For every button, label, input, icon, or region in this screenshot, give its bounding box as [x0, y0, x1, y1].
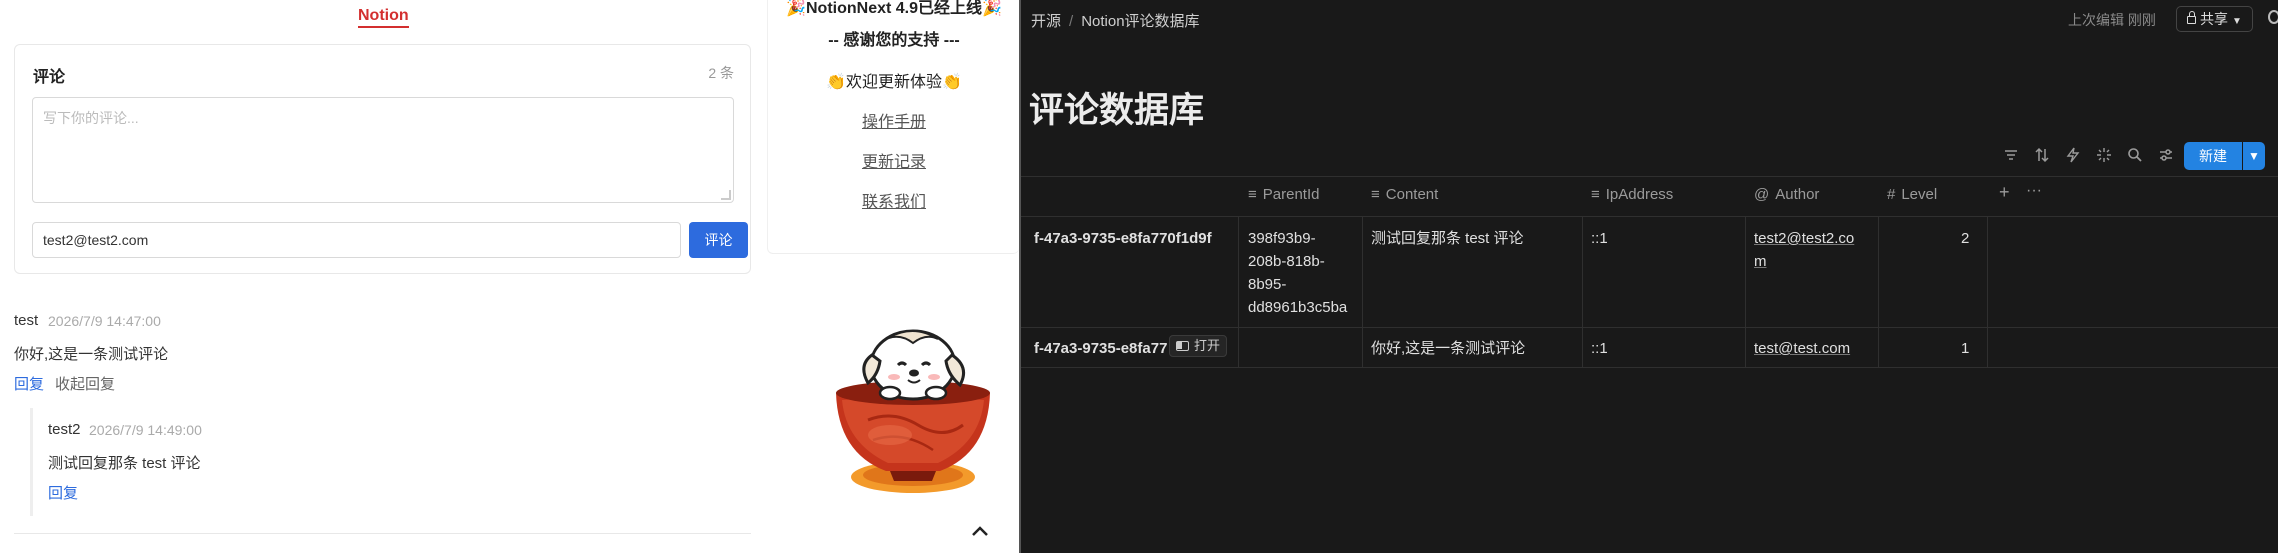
ipaddress-cell[interactable]: ::1	[1591, 337, 1608, 360]
header-bottom-border	[1021, 216, 2278, 217]
author-cell[interactable]: test@test.com	[1754, 337, 1850, 360]
col-divider	[1582, 216, 1583, 368]
column-header-level[interactable]: # Level	[1887, 186, 1937, 203]
new-dropdown-chevron-icon[interactable]: ▼	[2243, 142, 2265, 170]
blog-page-panel: Notion 评论 2 条 写下你的评论... test2@test2.com …	[0, 0, 1019, 553]
more-icon[interactable]	[2268, 10, 2278, 24]
text-lines-icon: ≡	[1371, 186, 1380, 203]
comment-textarea-placeholder: 写下你的评论...	[43, 110, 139, 126]
row-title-cell[interactable]: f-47a3-9735-e8fa77	[1034, 337, 1167, 360]
col-divider	[1878, 216, 1879, 368]
notion-database-panel: 开源 / Notion评论数据库 上次编辑 刚刚 共享 ▼ 评论数据库 新建 ▼ ≡ P…	[1021, 0, 2278, 553]
search-icon[interactable]	[2126, 146, 2144, 164]
parentid-cell[interactable]: 398f93b9- 208b-818b- 8b95- dd8961b3c5ba	[1248, 227, 1347, 319]
table-top-border	[1021, 176, 2278, 177]
sort-icon[interactable]	[2033, 146, 2051, 164]
share-button[interactable]: 共享 ▼	[2176, 6, 2253, 32]
author-line: m	[1754, 253, 1767, 270]
hash-icon: #	[1887, 186, 1896, 203]
announcement-title: 🎉NotionNext 4.9已经上线🎉	[786, 0, 1002, 17]
reply-thread-bar	[30, 408, 33, 516]
filter-icon[interactable]	[2002, 146, 2020, 164]
reply-link[interactable]: 回复	[14, 373, 44, 394]
changelog-link[interactable]: 更新记录	[862, 154, 926, 171]
new-button[interactable]: 新建	[2184, 142, 2242, 170]
comment-title: 评论	[33, 69, 66, 86]
announcement-welcome: 👏欢迎更新体验👏	[826, 74, 962, 91]
comment-count: 2 条	[708, 65, 734, 81]
col-divider	[1238, 216, 1239, 368]
breadcrumb: 开源 / Notion评论数据库	[1031, 10, 1200, 31]
open-panel-icon	[1176, 341, 1189, 351]
collapse-replies-link[interactable]: 收起回复	[55, 373, 115, 394]
announcement-card: 🎉NotionNext 4.9已经上线🎉 -- 感谢您的支持 --- 👏欢迎更新…	[767, 0, 1019, 254]
lock-icon	[2187, 11, 2196, 24]
submit-comment-button[interactable]: 评论	[689, 222, 748, 258]
email-field[interactable]: test2@test2.com	[32, 222, 681, 258]
level-cell[interactable]: 1	[1961, 337, 1969, 360]
comment-textarea[interactable]: 写下你的评论...	[32, 97, 734, 203]
column-header-content[interactable]: ≡ Content	[1371, 186, 1438, 203]
level-cell[interactable]: 2	[1961, 227, 1969, 250]
ipaddress-cell[interactable]: ::1	[1591, 227, 1608, 250]
author-line: test@test.com	[1754, 340, 1851, 357]
col-divider	[1362, 216, 1363, 368]
col-divider	[1987, 216, 1988, 368]
author-line: test2@test2.co	[1754, 230, 1855, 247]
breadcrumb-item[interactable]: 开源	[1031, 13, 1061, 30]
row-title-cell[interactable]: f-47a3-9735-e8fa770f1d9f	[1034, 227, 1212, 250]
share-label: 共享	[2200, 11, 2228, 27]
open-label: 打开	[1194, 338, 1221, 353]
at-icon: @	[1754, 186, 1770, 203]
reply-link[interactable]: 回复	[48, 482, 78, 503]
content-cell[interactable]: 测试回复那条 test 评论	[1371, 227, 1524, 250]
col-divider	[1745, 216, 1746, 368]
dog-in-bowl-mascot[interactable]	[828, 325, 998, 500]
breadcrumb-separator: /	[1069, 13, 1074, 30]
comment-text: 你好,这是一条测试评论	[14, 346, 169, 363]
notion-tab-link[interactable]: Notion	[358, 6, 409, 28]
reply-time: 2026/7/9 14:49:00	[89, 422, 202, 438]
comment-time: 2026/7/9 14:47:00	[48, 313, 161, 329]
ai-sparkle-icon[interactable]	[2095, 146, 2113, 164]
add-column-plus-icon[interactable]: +	[1999, 182, 2010, 203]
comment-form-card: 评论 2 条 写下你的评论... test2@test2.com 评论	[14, 44, 751, 274]
settings-sliders-icon[interactable]	[2157, 146, 2175, 164]
content-cell[interactable]: 你好,这是一条测试评论	[1371, 337, 1525, 360]
parentid-line: 398f93b9-	[1248, 230, 1316, 247]
parentid-line: 8b95-	[1248, 276, 1287, 293]
database-title[interactable]: 评论数据库	[1029, 82, 1204, 133]
last-edited-text: 上次编辑 刚刚	[2068, 12, 2156, 28]
breadcrumb-item-current[interactable]: Notion评论数据库	[1081, 13, 1199, 30]
column-header-parentid[interactable]: ≡ ParentId	[1248, 186, 1319, 203]
chevron-down-icon: ▼	[2232, 16, 2242, 27]
scroll-to-top-chevron-icon[interactable]	[969, 520, 991, 542]
reply-text: 测试回复那条 test 评论	[48, 455, 201, 472]
column-header-author[interactable]: @ Author	[1754, 186, 1819, 203]
text-lines-icon: ≡	[1248, 186, 1257, 203]
announcement-thanks: -- 感谢您的支持 ---	[828, 32, 960, 49]
contact-link[interactable]: 联系我们	[862, 194, 926, 211]
author-cell[interactable]: test2@test2.co m	[1754, 227, 1854, 273]
text-lines-icon: ≡	[1591, 186, 1600, 203]
comment-author: test	[14, 312, 39, 329]
divider	[14, 533, 751, 534]
row-divider	[1021, 327, 2278, 328]
parentid-line: dd8961b3c5ba	[1248, 299, 1348, 316]
open-row-button[interactable]: 打开	[1169, 335, 1228, 357]
resize-grip-icon[interactable]	[721, 190, 731, 200]
automation-bolt-icon[interactable]	[2064, 146, 2082, 164]
row-divider	[1021, 367, 2278, 368]
column-header-ipaddress[interactable]: ≡ IpAddress	[1591, 186, 1673, 203]
manual-link[interactable]: 操作手册	[862, 114, 926, 131]
parentid-line: 208b-818b-	[1248, 253, 1325, 270]
reply-author: test2	[48, 421, 81, 438]
more-options-icon[interactable]: ···	[2026, 182, 2042, 200]
